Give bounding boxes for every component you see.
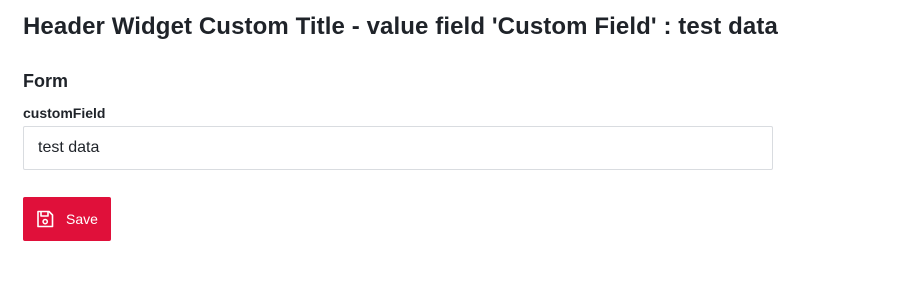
save-button[interactable]: Save [23,197,111,241]
custom-field-input[interactable] [23,126,773,170]
form-section-title: Form [23,71,68,91]
custom-field-label: customField [23,105,106,121]
save-button-label: Save [66,211,98,227]
page-title: Header Widget Custom Title - value field… [23,13,778,40]
page: Header Widget Custom Title - value field… [0,0,901,294]
floppy-disk-icon [35,209,55,229]
